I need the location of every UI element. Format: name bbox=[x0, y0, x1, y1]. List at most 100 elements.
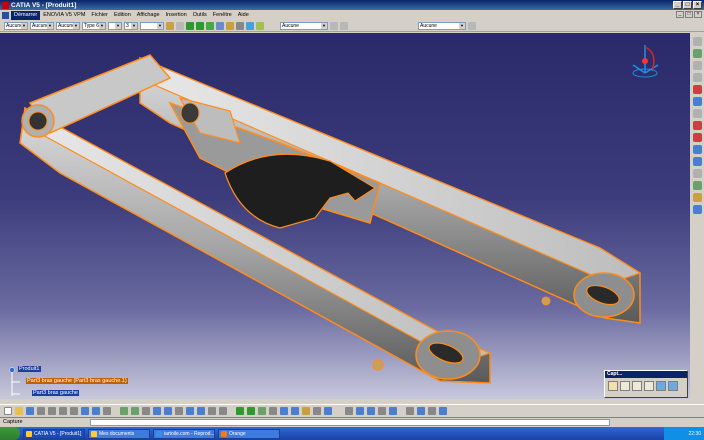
constraint-coincidence-icon[interactable] bbox=[692, 133, 702, 142]
copy-icon[interactable] bbox=[59, 406, 67, 415]
taskbar-item-catia[interactable]: CATIA V5 - [Produit1] bbox=[23, 428, 85, 439]
section-view-icon[interactable] bbox=[302, 406, 310, 415]
linewidth-combo[interactable]: 3 ▼ bbox=[124, 21, 138, 30]
close-button[interactable]: × bbox=[693, 1, 702, 9]
filter-combo[interactable]: Aucune ▼ bbox=[418, 21, 466, 30]
snap-icon[interactable] bbox=[206, 21, 214, 30]
open-icon[interactable] bbox=[15, 406, 23, 415]
layer-filter-icon[interactable] bbox=[330, 21, 338, 30]
linetype-combo[interactable]: Aucune ▼ bbox=[56, 21, 80, 30]
image-icon[interactable] bbox=[668, 381, 678, 391]
line-style-combo[interactable]: ▼ bbox=[108, 21, 122, 30]
new-icon[interactable] bbox=[4, 406, 12, 415]
hide-show-icon[interactable] bbox=[208, 406, 216, 415]
layer-combo[interactable]: Aucune ▼ bbox=[280, 21, 328, 30]
rotate-icon[interactable] bbox=[196, 21, 204, 30]
layer-blank-combo[interactable]: ▼ bbox=[140, 21, 164, 30]
3d-viewport[interactable]: Produit1 Part3 bras gauche (Part3 bras g… bbox=[0, 33, 690, 399]
pan-view-icon[interactable] bbox=[131, 406, 139, 415]
graph-icon[interactable] bbox=[692, 97, 702, 106]
magnifier-icon[interactable] bbox=[269, 406, 277, 415]
record-icon[interactable] bbox=[608, 381, 618, 391]
section-icon[interactable] bbox=[236, 21, 244, 30]
constraint-icon[interactable] bbox=[246, 21, 254, 30]
clash-icon[interactable] bbox=[324, 406, 332, 415]
menu-item-enovia[interactable]: ENOVIA V5 VPM bbox=[40, 11, 88, 20]
command-input[interactable] bbox=[90, 419, 610, 426]
menu-item-insertion[interactable]: Insertion bbox=[163, 11, 190, 20]
measure-between-icon[interactable] bbox=[313, 406, 321, 415]
pan-icon[interactable] bbox=[186, 21, 194, 30]
point-type-combo[interactable]: Type 6 ▼ bbox=[82, 21, 106, 30]
swap-space-icon[interactable] bbox=[219, 406, 227, 415]
menu-item-aide[interactable]: Aide bbox=[235, 11, 252, 20]
manipulation-icon[interactable] bbox=[692, 193, 702, 202]
menu-item-affichage[interactable]: Affichage bbox=[134, 11, 163, 20]
menu-item-fichier[interactable]: Fichier bbox=[88, 11, 111, 20]
compass-icon[interactable] bbox=[216, 21, 224, 30]
update-icon[interactable] bbox=[256, 21, 264, 30]
save-icon[interactable] bbox=[26, 406, 34, 415]
replace-icon[interactable] bbox=[692, 85, 702, 94]
multi-view-icon[interactable] bbox=[280, 406, 288, 415]
insert-icon[interactable] bbox=[692, 73, 702, 82]
doc-minimize-button[interactable]: _ bbox=[676, 11, 684, 18]
angle-icon[interactable] bbox=[692, 169, 702, 178]
search-icon[interactable] bbox=[258, 406, 266, 415]
fly-icon[interactable] bbox=[406, 406, 414, 415]
print-icon[interactable] bbox=[37, 406, 45, 415]
format-painter-icon[interactable] bbox=[176, 21, 184, 30]
zoom-in-icon[interactable] bbox=[153, 406, 161, 415]
tree-node-part[interactable]: Part3 bras gauche bbox=[32, 390, 79, 396]
menu-item-fenetre[interactable]: Fenêtre bbox=[210, 11, 235, 20]
menu-item-edition[interactable]: Edition bbox=[111, 11, 134, 20]
swingarm-model[interactable] bbox=[0, 33, 690, 399]
manipulate-icon[interactable] bbox=[247, 406, 255, 415]
select-icon[interactable] bbox=[620, 381, 630, 391]
offset-icon[interactable] bbox=[692, 157, 702, 166]
minimize-button[interactable]: _ bbox=[673, 1, 682, 9]
color-combo[interactable]: Aucune ▼ bbox=[4, 21, 28, 30]
render-icon[interactable] bbox=[356, 406, 364, 415]
rotate-view-icon[interactable] bbox=[142, 406, 150, 415]
options-icon[interactable] bbox=[644, 381, 654, 391]
paint-icon[interactable] bbox=[166, 21, 174, 30]
reorder-icon[interactable] bbox=[692, 109, 702, 118]
product-icon[interactable] bbox=[692, 37, 702, 46]
taskbar-item-orange[interactable]: Orange bbox=[218, 428, 280, 439]
look-at-icon[interactable] bbox=[439, 406, 447, 415]
measure-icon[interactable] bbox=[226, 21, 234, 30]
walk-icon[interactable] bbox=[417, 406, 425, 415]
layer-properties-icon[interactable] bbox=[340, 21, 348, 30]
camera-icon[interactable] bbox=[345, 406, 353, 415]
maximize-button[interactable]: □ bbox=[683, 1, 692, 9]
update-all-icon[interactable] bbox=[692, 181, 702, 190]
scene-icon[interactable] bbox=[389, 406, 397, 415]
compass-widget[interactable] bbox=[628, 39, 662, 81]
redo-icon[interactable] bbox=[92, 406, 100, 415]
light-icon[interactable] bbox=[367, 406, 375, 415]
undo-icon[interactable] bbox=[81, 406, 89, 415]
environment-icon[interactable] bbox=[378, 406, 386, 415]
tree-node-part-instance[interactable]: Part3 bras gauche (Part3 bras gauche.1) bbox=[26, 378, 128, 384]
start-button[interactable] bbox=[0, 427, 20, 440]
fix-icon[interactable] bbox=[692, 121, 702, 130]
transparency-combo[interactable]: Aucune ▼ bbox=[30, 21, 54, 30]
constraint-contact-icon[interactable] bbox=[692, 145, 702, 154]
tree-node-produit1[interactable]: Produit1 bbox=[18, 366, 41, 372]
part-icon[interactable] bbox=[692, 61, 702, 70]
explode-icon[interactable] bbox=[692, 205, 702, 214]
menu-item-outils[interactable]: Outils bbox=[190, 11, 210, 20]
shading-icon[interactable] bbox=[197, 406, 205, 415]
album-icon[interactable] bbox=[656, 381, 666, 391]
turn-head-icon[interactable] bbox=[428, 406, 436, 415]
compass-snap-icon[interactable] bbox=[236, 406, 244, 415]
filter-icon[interactable] bbox=[468, 21, 476, 30]
menu-item-demarrer[interactable]: Démarrer bbox=[11, 10, 41, 20]
paste-icon[interactable] bbox=[70, 406, 78, 415]
fit-all-icon[interactable] bbox=[120, 406, 128, 415]
zoom-out-icon[interactable] bbox=[164, 406, 172, 415]
component-icon[interactable] bbox=[692, 49, 702, 58]
capture-icon[interactable] bbox=[632, 381, 642, 391]
normal-view-icon[interactable] bbox=[175, 406, 183, 415]
